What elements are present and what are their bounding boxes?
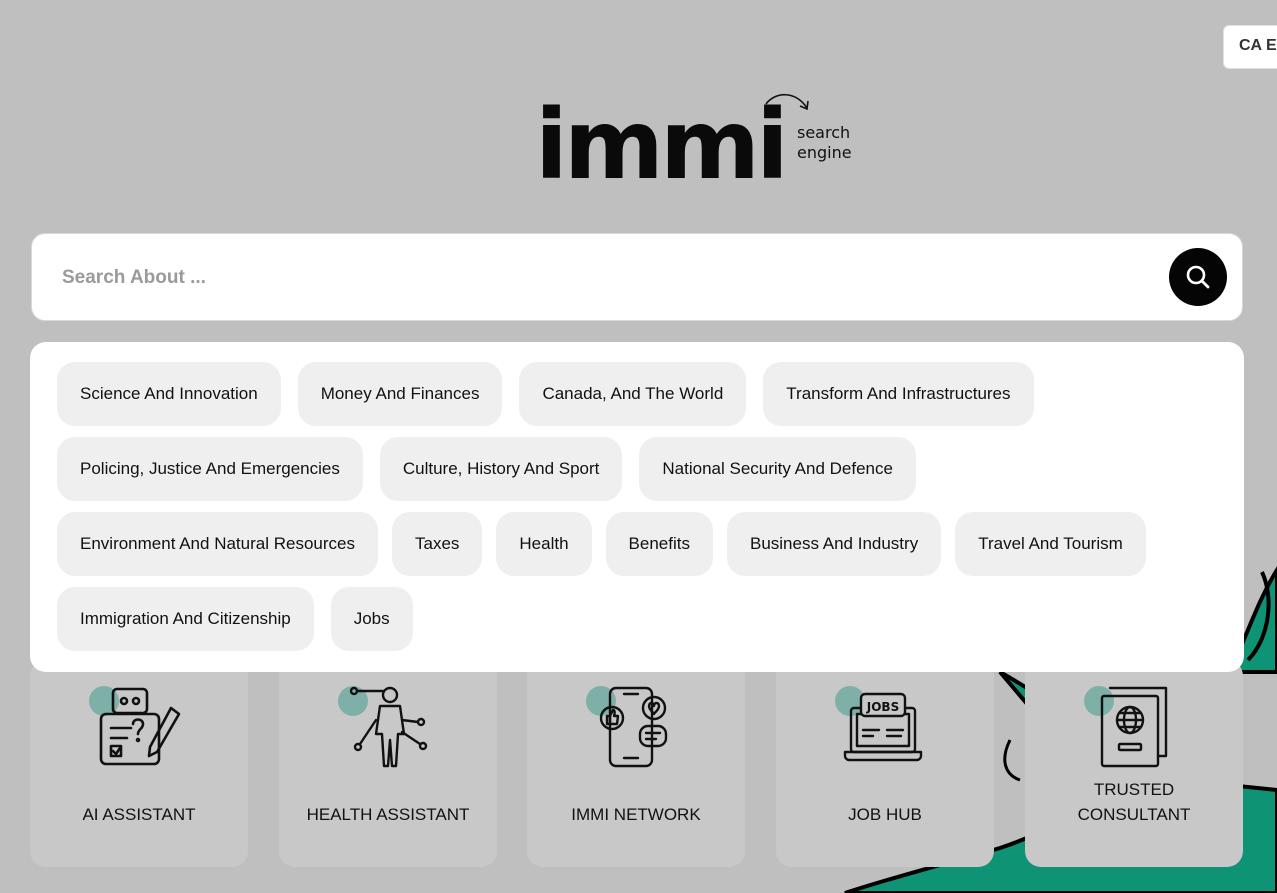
category-suggestions: Science And Innovation Money And Finance… [30,342,1244,672]
category-chip-policing[interactable]: Policing, Justice And Emergencies [57,437,363,501]
category-row: Policing, Justice And Emergencies Cultur… [57,437,916,501]
category-chip-benefits[interactable]: Benefits [605,512,713,576]
service-label-line1: TRUSTED [1093,780,1175,799]
category-chip-security[interactable]: National Security And Defence [639,437,916,501]
service-label: AI ASSISTANT [82,805,196,824]
category-chip-science[interactable]: Science And Innovation [57,362,281,426]
category-chip-infrastructures[interactable]: Transform And Infrastructures [763,362,1034,426]
service-label: JOB HUB [848,805,922,824]
category-chip-jobs[interactable]: Jobs [330,587,413,651]
category-chip-canada-world[interactable]: Canada, And The World [519,362,747,426]
service-card-health-assistant[interactable]: HEALTH ASSISTANT [279,660,497,867]
service-label: TRUSTED CONSULTANT [1025,777,1243,827]
jobs-icon: JOBS [843,692,923,762]
category-chip-taxes[interactable]: Taxes [391,512,483,576]
service-card-immi-network[interactable]: IMMI NETWORK [527,660,745,867]
category-row: Immigration And Citizenship Jobs [57,587,413,651]
category-row: Environment And Natural Resources Taxes … [57,512,1146,576]
service-label: IMMI NETWORK [571,805,701,824]
service-card-ai-assistant[interactable]: AI ASSISTANT [30,660,248,867]
category-chip-immigration[interactable]: Immigration And Citizenship [57,587,314,651]
category-chip-environment[interactable]: Environment And Natural Resources [57,512,378,576]
category-chip-health[interactable]: Health [496,512,592,576]
passport-icon [1100,686,1168,768]
service-label-line2: CONSULTANT [1077,805,1191,824]
service-card-job-hub[interactable]: JOBS JOB HUB [776,660,994,867]
category-row: Science And Innovation Money And Finance… [57,362,1034,426]
category-chip-business[interactable]: Business And Industry [726,512,942,576]
service-card-trusted-consultant[interactable]: TRUSTED CONSULTANT [1025,660,1243,867]
health-assistant-icon [349,686,428,768]
svg-text:JOBS: JOBS [866,700,899,714]
ai-assistant-icon [99,687,181,766]
network-icon [599,686,668,768]
service-label: HEALTH ASSISTANT [306,805,470,824]
category-chip-money[interactable]: Money And Finances [297,362,503,426]
category-chip-culture[interactable]: Culture, History And Sport [379,437,623,501]
category-chip-travel[interactable]: Travel And Tourism [955,512,1146,576]
